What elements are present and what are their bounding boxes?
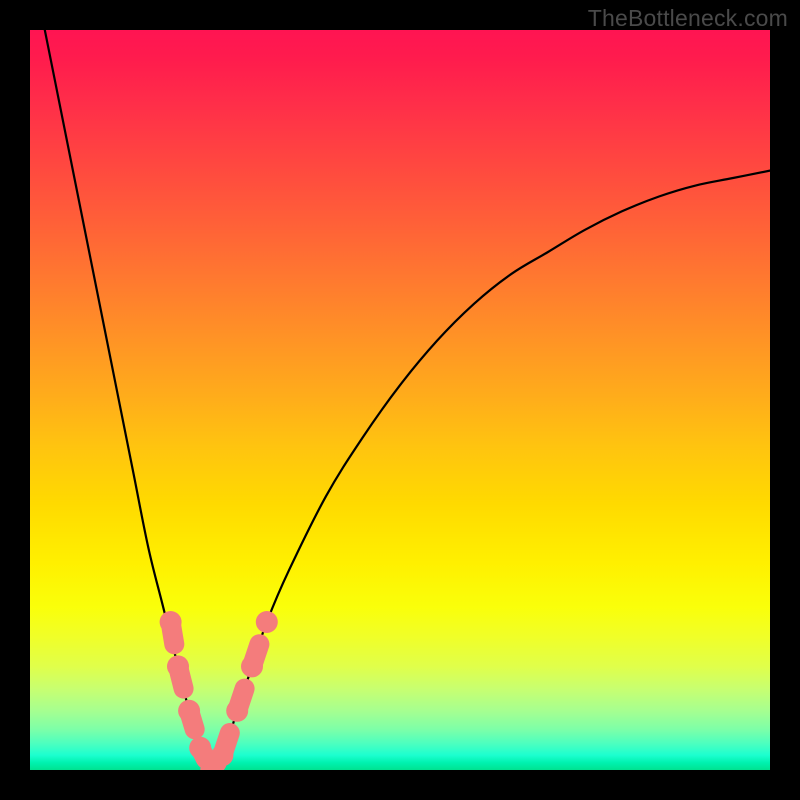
marker-segment [189,711,195,730]
marker-segment [237,689,244,711]
bottleneck-curve [45,30,770,770]
chart-frame: TheBottleneck.com [0,0,800,800]
marker-segment [200,748,206,759]
marker-segment [222,733,229,755]
marker-segment [178,666,184,688]
marker-segment [252,644,259,666]
marker-dot [256,611,278,633]
curve-markers [160,611,278,770]
plot-area [30,30,770,770]
curve-svg [30,30,770,770]
marker-segment [171,622,175,644]
watermark-text: TheBottleneck.com [588,5,788,32]
